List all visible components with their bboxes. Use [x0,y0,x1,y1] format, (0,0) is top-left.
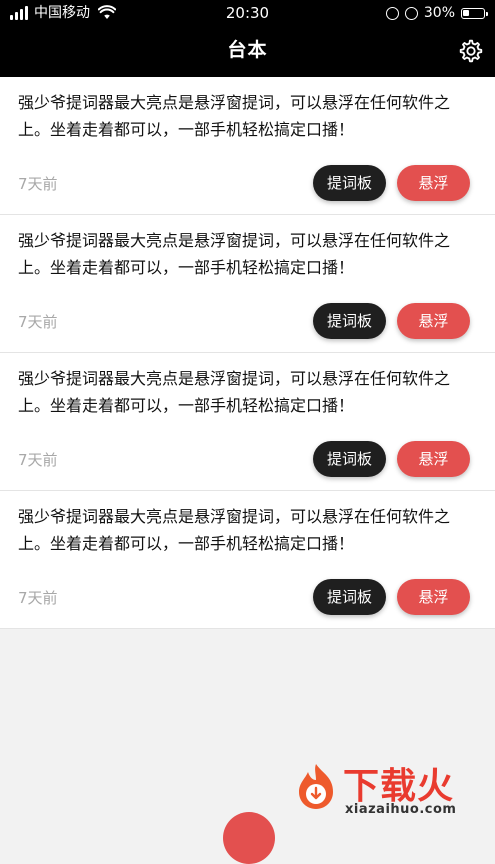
page-title: 台本 [227,39,268,61]
teleprompter-board-button[interactable]: 提词板 [313,303,386,339]
script-time: 7天前 [18,175,58,193]
float-button[interactable]: 悬浮 [397,165,470,201]
script-card[interactable]: 强少爷提词器最大亮点是悬浮窗提词，可以悬浮在任何软件之上。坐着走着都可以，一部手… [0,77,495,215]
teleprompter-board-button[interactable]: 提词板 [313,441,386,477]
script-text: 强少爷提词器最大亮点是悬浮窗提词，可以悬浮在任何软件之上。坐着走着都可以，一部手… [18,369,451,415]
script-time: 7天前 [18,451,58,469]
float-button[interactable]: 悬浮 [397,579,470,615]
gear-icon[interactable] [458,38,484,64]
battery-icon [461,7,488,19]
script-card[interactable]: 强少爷提词器最大亮点是悬浮窗提词，可以悬浮在任何软件之上。坐着走着都可以，一部手… [0,491,495,629]
script-text: 强少爷提词器最大亮点是悬浮窗提词，可以悬浮在任何软件之上。坐着走着都可以，一部手… [18,507,451,553]
top-bar: 中国移动 20:30 30% 台本 [0,0,495,77]
flame-logo-icon [299,764,333,809]
script-text: 强少爷提词器最大亮点是悬浮窗提词，可以悬浮在任何软件之上。坐着走着都可以，一部手… [18,93,451,139]
teleprompter-board-button[interactable]: 提词板 [313,165,386,201]
teleprompter-board-button[interactable]: 提词板 [313,579,386,615]
script-list: 强少爷提词器最大亮点是悬浮窗提词，可以悬浮在任何软件之上。坐着走着都可以，一部手… [0,77,495,629]
script-time: 7天前 [18,313,58,331]
float-button[interactable]: 悬浮 [397,303,470,339]
script-card[interactable]: 强少爷提词器最大亮点是悬浮窗提词，可以悬浮在任何软件之上。坐着走着都可以，一部手… [0,215,495,353]
orientation-lock-icon [385,6,399,20]
alarm-icon [404,6,418,20]
watermark-url: xiazaihuo.com [345,802,457,817]
status-indicators: 30% [385,0,488,26]
watermark: 下载火 xiazaihuo.com [291,759,491,821]
script-text: 强少爷提词器最大亮点是悬浮窗提词，可以悬浮在任何软件之上。坐着走着都可以，一部手… [18,231,451,277]
status-bar: 中国移动 20:30 30% [0,0,495,26]
script-time: 7天前 [18,589,58,607]
battery-level [463,9,469,16]
battery-percent: 30% [423,5,455,21]
add-script-button[interactable] [223,812,275,864]
script-card[interactable]: 强少爷提词器最大亮点是悬浮窗提词，可以悬浮在任何软件之上。坐着走着都可以，一部手… [0,353,495,491]
float-button[interactable]: 悬浮 [397,441,470,477]
